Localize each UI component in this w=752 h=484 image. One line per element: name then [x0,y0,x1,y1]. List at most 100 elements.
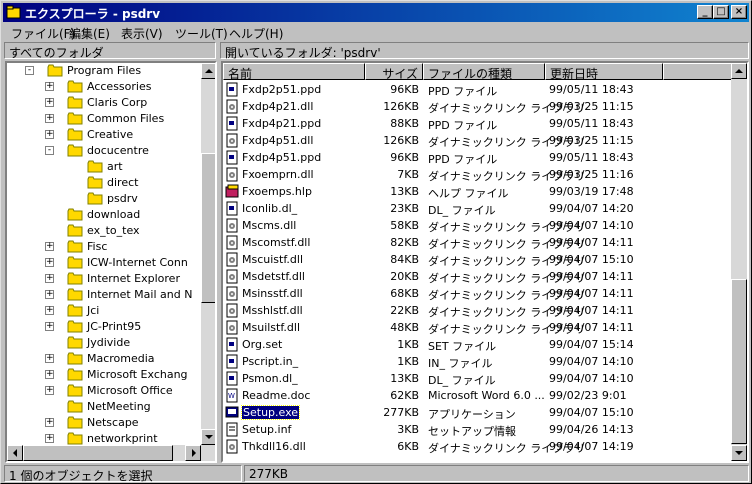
file-row[interactable]: Fxdp4p51.dll 126KB ダイナミックリンク ライブラリ 99/03/25… [223,132,729,149]
column-extra-header [663,63,733,80]
tree-scroll-thumb[interactable] [201,153,215,303]
column-name-header[interactable]: 名前 [223,63,365,81]
file-row[interactable]: Msuilstf.dll 48KB ダイナミックリンク ライブラリ 99/04/07 … [223,319,729,336]
file-row[interactable]: Fxoemprn.dll 7KB ダイナミックリンク ライブラリ 99/03/25 1… [223,166,729,183]
doc-file-icon [226,337,238,352]
collapse-icon[interactable]: - [45,146,54,155]
tree-item[interactable]: + ICW-Internet Conn [7,255,199,271]
tree-item[interactable]: + Common Files [7,111,199,127]
tree-item[interactable]: psdrv [7,191,199,207]
column-date-header[interactable]: 更新日時 [545,63,663,81]
tree-scroll-down-button[interactable] [201,429,215,445]
tree-item[interactable]: + Internet Explorer [7,271,199,287]
tree-vertical-scrollbar[interactable] [201,63,215,445]
file-row[interactable]: Psmon.dl_ 13KB DL_ ファイル 99/04/07 14:10 [223,370,729,387]
file-row[interactable]: Setup.inf 3KB セットアップ情報 99/04/26 14:13 [223,421,729,438]
folder-icon [67,128,83,141]
tree-item[interactable]: download [7,207,199,223]
status-selection: 1 個のオブジェクトを選択 [4,465,242,483]
expand-icon[interactable]: + [45,242,54,251]
tree-item[interactable]: + Accessories [7,79,199,95]
file-list[interactable]: 名前 サイズ ファイルの種類 更新日時 Fxdp2p51.ppd 96KB PPD … [221,61,749,463]
title-bar[interactable]: エクスプローラ - psdrv _ □ × [3,3,749,22]
tree-scroll-up-button[interactable] [201,63,215,79]
expand-icon[interactable]: + [45,370,54,379]
expand-icon[interactable]: + [45,258,54,267]
tree-item-label: Accessories [87,80,152,93]
tree-item[interactable]: ex_to_tex [7,223,199,239]
tree-item[interactable]: Jydivide [7,335,199,351]
list-vertical-scrollbar[interactable] [731,63,747,461]
tree-horizontal-scrollbar[interactable] [7,445,215,461]
menu-edit[interactable]: 編集(E) [69,25,110,42]
column-type-header[interactable]: ファイルの種類 [423,63,545,81]
tree-hscroll-thumb[interactable] [23,445,173,461]
file-row[interactable]: Fxoemps.hlp 13KB ヘルプ ファイル 99/03/19 17:48 [223,183,729,200]
tree-scroll-left-button[interactable] [7,445,23,461]
tree-item-label: direct [107,176,139,189]
menu-view[interactable]: 表示(V) [121,25,163,42]
expand-icon[interactable]: + [45,306,54,315]
expand-icon[interactable]: + [45,130,54,139]
file-row[interactable]: Mscms.dll 58KB ダイナミックリンク ライブラリ 99/04/07 14:… [223,217,729,234]
menu-help[interactable]: ヘルプ(H) [229,25,283,42]
tree-item[interactable]: + Jci [7,303,199,319]
tree-item[interactable]: + Creative [7,127,199,143]
menu-file[interactable]: ファイル(F) [11,25,75,42]
expand-icon[interactable]: + [45,98,54,107]
close-button[interactable]: × [731,5,747,19]
tree-item-label: Fisc [87,240,108,253]
menu-tools[interactable]: ツール(T) [175,25,228,42]
list-scroll-down-button[interactable] [731,445,747,461]
tree-item[interactable]: direct [7,175,199,191]
tree-item[interactable]: + Macromedia [7,351,199,367]
tree-item[interactable]: - Program Files [7,63,199,79]
expand-icon[interactable]: + [45,322,54,331]
file-row[interactable]: Msshlstf.dll 22KB ダイナミックリンク ライブラリ 99/04/07 … [223,302,729,319]
list-scroll-thumb[interactable] [731,279,747,444]
file-row[interactable]: Mscuistf.dll 84KB ダイナミックリンク ライブラリ 99/04/07 … [223,251,729,268]
tree-item[interactable]: NetMeeting [7,399,199,415]
expand-icon[interactable]: + [45,418,54,427]
file-row[interactable]: Fxdp2p51.ppd 96KB PPD ファイル 99/05/11 18:43 [223,81,729,98]
tree-item[interactable]: + JC-Print95 [7,319,199,335]
file-size: 20KB [390,270,419,283]
file-row[interactable]: Pscript.in_ 1KB IN_ ファイル 99/04/07 14:10 [223,353,729,370]
tree-item[interactable]: art [7,159,199,175]
file-row[interactable]: Msinsstf.dll 68KB ダイナミックリンク ライブラリ 99/04/07 … [223,285,729,302]
file-row[interactable]: Msdetstf.dll 20KB ダイナミックリンク ライブラリ 99/04/07 … [223,268,729,285]
tree-item[interactable]: + Microsoft Office [7,383,199,399]
dll-file-icon [226,320,238,335]
tree-item[interactable]: - docucentre [7,143,199,159]
expand-icon[interactable]: + [45,434,54,443]
file-row[interactable]: Setup.exe 277KB アプリケーション 99/04/07 15:10 [223,404,729,421]
tree-item[interactable]: + Microsoft Exchang [7,367,199,383]
expand-icon[interactable]: + [45,274,54,283]
file-row[interactable]: W Readme.doc 62KB Microsoft Word 6.0 ... 99/… [223,387,729,404]
expand-icon[interactable]: + [45,82,54,91]
file-row[interactable]: Fxdp4p21.ppd 88KB PPD ファイル 99/05/11 18:43 [223,115,729,132]
tree-item[interactable]: + Fisc [7,239,199,255]
expand-icon[interactable]: + [45,386,54,395]
file-row[interactable]: Thkdll16.dll 6KB ダイナミックリンク ライブラリ 99/04/07 1… [223,438,729,455]
minimize-button[interactable]: _ [697,5,713,19]
tree-scroll-right-button[interactable] [185,445,201,461]
file-row[interactable]: Mscomstf.dll 82KB ダイナミックリンク ライブラリ 99/04/07 … [223,234,729,251]
folder-tree[interactable]: - Program Files + Accessories + Claris Corp + C… [5,61,217,463]
expand-icon[interactable]: + [45,354,54,363]
explorer-app-icon[interactable] [6,5,21,19]
file-row[interactable]: Iconlib.dl_ 23KB DL_ ファイル 99/04/07 14:20 [223,200,729,217]
maximize-button[interactable]: □ [713,5,729,19]
file-row[interactable]: Org.set 1KB SET ファイル 99/04/07 15:14 [223,336,729,353]
list-scroll-up-button[interactable] [731,63,747,79]
tree-item[interactable]: + Netscape [7,415,199,431]
tree-item[interactable]: + Claris Corp [7,95,199,111]
tree-item[interactable]: + Internet Mail and N [7,287,199,303]
expand-icon[interactable]: + [45,114,54,123]
file-row[interactable]: Fxdp4p21.dll 126KB ダイナミックリンク ライブラリ 99/03/25… [223,98,729,115]
file-row[interactable]: Fxdp4p51.ppd 96KB PPD ファイル 99/05/11 18:43 [223,149,729,166]
expand-icon[interactable]: + [45,290,54,299]
folder-icon [87,192,103,205]
column-size-header[interactable]: サイズ [365,63,423,81]
collapse-icon[interactable]: - [25,66,34,75]
